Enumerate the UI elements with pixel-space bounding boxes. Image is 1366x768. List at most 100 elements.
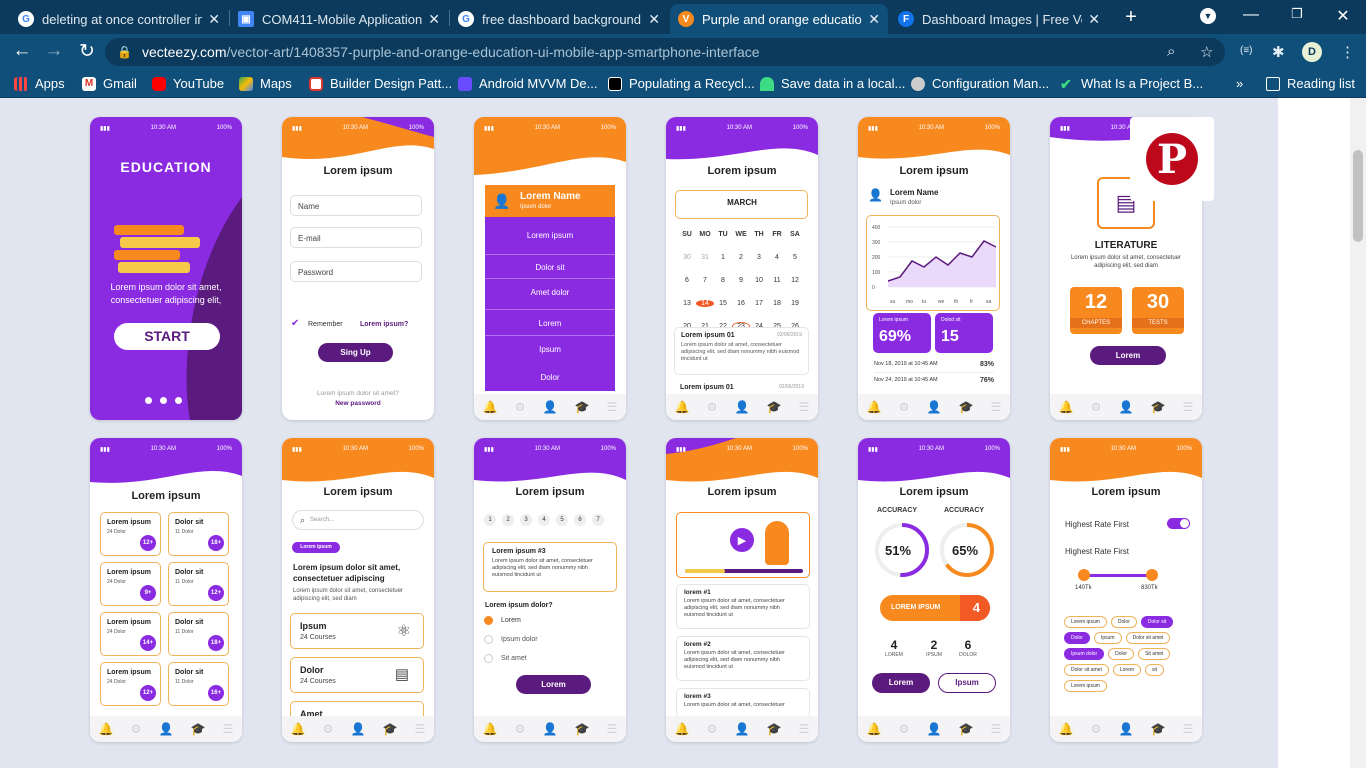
calendar-day[interactable]: 3 — [750, 254, 768, 261]
graduation-cap-icon[interactable]: 🎓 — [1151, 400, 1166, 414]
graduation-cap-icon[interactable]: 🎓 — [1151, 722, 1166, 736]
start-button[interactable]: START — [114, 323, 220, 350]
stat-card-count[interactable]: Dolod sit 15 — [935, 313, 993, 353]
graduation-cap-icon[interactable]: 🎓 — [575, 400, 590, 414]
tab-search-button[interactable]: ▼ — [1193, 6, 1223, 24]
close-icon[interactable]: ✕ — [648, 11, 660, 28]
calendar-day[interactable]: 5 — [786, 254, 804, 261]
bookmark-gmail[interactable]: M Gmail — [82, 76, 137, 91]
gear-icon[interactable]: ⚙ — [1091, 400, 1102, 414]
scrollbar-thumb[interactable] — [1353, 150, 1363, 242]
filter-chip[interactable]: Lorem ipsum — [1064, 680, 1107, 692]
profile-avatar[interactable]: D — [1302, 42, 1322, 62]
step-dot[interactable]: 6 — [574, 514, 586, 526]
calendar-day[interactable]: 31 — [696, 254, 714, 261]
calendar-day[interactable]: 17 — [750, 300, 768, 307]
menu-item-1[interactable]: Lorem ipsum — [485, 231, 615, 240]
menu-item-5[interactable]: Ipsum — [485, 345, 615, 354]
lesson-card[interactable]: lorem #1 Lorem ipsum dolor sit amet, cons… — [676, 584, 810, 629]
zoom-icon[interactable]: ⌕ — [1167, 43, 1175, 60]
calendar-day[interactable]: 14 — [696, 300, 714, 307]
calendar-day[interactable]: 18 — [768, 300, 786, 307]
bell-icon[interactable]: 🔔 — [291, 722, 306, 736]
gear-icon[interactable]: ⚙ — [899, 722, 910, 736]
bell-icon[interactable]: 🔔 — [99, 722, 114, 736]
bell-icon[interactable]: 🔔 — [867, 400, 882, 414]
course-tile[interactable]: Lorem ipsum 24 Dolor 12+ — [100, 512, 161, 556]
menu-item-6[interactable]: Dolor — [485, 373, 615, 382]
bell-icon[interactable]: 🔔 — [675, 400, 690, 414]
step-dot[interactable]: 4 — [538, 514, 550, 526]
course-tile[interactable]: Dolor sit 11 Dolor 12+ — [168, 562, 229, 606]
calendar-day[interactable]: 4 — [768, 254, 786, 261]
calendar-day[interactable]: 12 — [786, 277, 804, 284]
signup-button[interactable]: Sing Up — [318, 343, 393, 362]
filter-chip[interactable]: Dolor sit amet — [1125, 632, 1171, 644]
user-icon[interactable]: 👤 — [734, 722, 749, 736]
address-bar[interactable]: 🔒 vecteezy.com/vector-art/1408357-purple… — [105, 38, 1225, 66]
filter-chip[interactable]: Ipsum dolor — [1064, 648, 1105, 660]
bell-icon[interactable]: 🔔 — [1059, 400, 1074, 414]
bookmarks-overflow-button[interactable]: » — [1236, 76, 1243, 91]
course-tile[interactable]: Dolor sit 11 Dolor 18+ — [168, 612, 229, 656]
filter-chip[interactable]: Sit amet — [1138, 648, 1171, 660]
step-dot[interactable]: 2 — [502, 514, 514, 526]
calendar-day[interactable]: 19 — [786, 300, 804, 307]
gear-icon[interactable]: ⚙ — [515, 400, 526, 414]
menu-icon[interactable]: ☰ — [1183, 722, 1194, 736]
extension-icon[interactable]: (≡) — [1240, 45, 1253, 56]
step-dot[interactable]: 1 — [484, 514, 496, 526]
name-field[interactable]: Name — [290, 195, 422, 216]
restore-button[interactable]: ❐ — [1282, 6, 1312, 22]
bookmark-recycler[interactable]: Populating a Recycl... — [608, 76, 755, 91]
close-icon[interactable]: ✕ — [1088, 11, 1100, 28]
user-icon[interactable]: 👤 — [734, 400, 749, 414]
menu-icon[interactable]: ☰ — [799, 400, 810, 414]
close-icon[interactable]: ✕ — [868, 11, 880, 28]
bookmark-youtube[interactable]: YouTube — [152, 76, 224, 91]
event2-row[interactable]: Lorem ipsum 01 02/06/2019 — [680, 384, 804, 391]
calendar-day[interactable]: 30 — [678, 254, 696, 261]
range-max-handle[interactable] — [1146, 569, 1158, 581]
course-tile[interactable]: Lorem ipsum 24 Dolor 12+ — [100, 662, 161, 706]
close-icon[interactable]: ✕ — [208, 11, 220, 28]
menu-icon[interactable]: ☰ — [991, 400, 1002, 414]
bookmark-builder-design[interactable]: Builder Design Patt... — [309, 76, 452, 91]
menu-icon[interactable]: ☰ — [991, 722, 1002, 736]
filter-chip[interactable]: Lorem ipsum — [1064, 616, 1107, 628]
close-window-button[interactable]: ✕ — [1328, 6, 1358, 26]
user-icon[interactable]: 👤 — [350, 722, 365, 736]
filter-chip[interactable]: sit — [1145, 664, 1165, 676]
browser-tab-1[interactable]: G deleting at once controller in ✕ — [10, 4, 228, 34]
lorem-button[interactable]: Lorem — [872, 673, 930, 693]
close-icon[interactable]: ✕ — [428, 11, 440, 28]
course-tile[interactable]: Lorem ipsum 24 Dolor 9+ — [100, 562, 161, 606]
bookmark-maps[interactable]: Maps — [239, 76, 292, 91]
forgot-link[interactable]: Lorem ipsum? — [360, 321, 408, 328]
graduation-cap-icon[interactable]: 🎓 — [575, 722, 590, 736]
bookmark-star-icon[interactable]: ☆ — [1200, 43, 1213, 61]
lesson-card[interactable]: lorem #3 Lorem ipsum dolor sit amet, cons… — [676, 688, 810, 718]
ipsum-button[interactable]: Ipsum — [938, 673, 996, 693]
forward-button[interactable]: → — [41, 40, 67, 62]
graduation-cap-icon[interactable]: 🎓 — [191, 722, 206, 736]
calendar-day[interactable]: 6 — [678, 277, 696, 284]
bookmark-save-data[interactable]: Save data in a local... — [760, 76, 905, 91]
course-card-dolor[interactable]: Dolor 24 Courses ▤ — [290, 657, 424, 693]
range-track[interactable] — [1083, 574, 1153, 577]
course-tile[interactable]: Dolor sit 11 Dolor 18+ — [168, 512, 229, 556]
video-player[interactable]: ▶ — [676, 512, 810, 578]
range-min-handle[interactable] — [1078, 569, 1090, 581]
menu-icon[interactable]: ☰ — [607, 722, 618, 736]
scrollbar[interactable] — [1350, 98, 1366, 768]
user-icon[interactable]: 👤 — [1118, 400, 1133, 414]
lesson-card[interactable]: lorem #2 Lorem ipsum dolor sit amet, cons… — [676, 636, 810, 681]
filter-chip[interactable]: Lorem — [1112, 664, 1142, 676]
filter-chip[interactable]: Dolor sit — [1140, 616, 1174, 628]
toggle-switch[interactable] — [1167, 518, 1190, 529]
menu-icon[interactable]: ☰ — [1183, 400, 1194, 414]
event-card[interactable]: Lorem ipsum 01 02/06/2019 Lorem ipsum dol… — [674, 327, 809, 375]
browser-tab-5[interactable]: F Dashboard Images | Free Vec ✕ — [890, 4, 1108, 34]
pager-dots[interactable] — [145, 397, 182, 404]
option-1[interactable]: Lorem — [484, 616, 521, 625]
